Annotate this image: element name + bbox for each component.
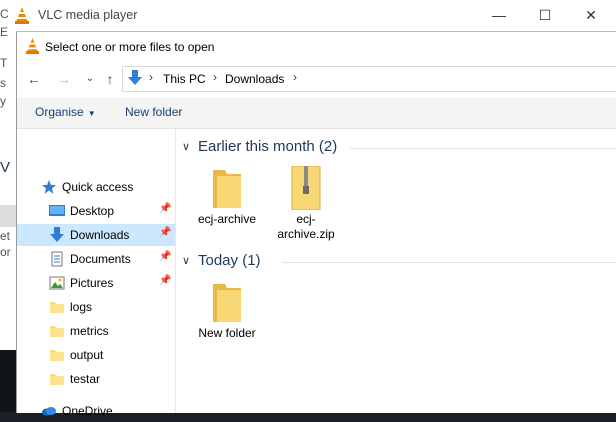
- sidebar-item-label: Desktop: [70, 204, 115, 218]
- group-title: Today (1): [198, 252, 261, 269]
- sidebar-item-label: output: [70, 348, 104, 362]
- sidebar-item-logs[interactable]: logs: [17, 296, 175, 318]
- breadcrumb-downloads[interactable]: Downloads: [225, 72, 284, 86]
- obscured-char: or: [0, 245, 11, 259]
- sidebar-item-label: Documents: [70, 252, 131, 266]
- sidebar-item-label: Quick access: [62, 180, 134, 194]
- sidebar-item-label: logs: [70, 300, 93, 314]
- sidebar-item-metrics[interactable]: metrics: [17, 320, 175, 342]
- chevron-down-icon: ▼: [87, 109, 96, 118]
- breadcrumb-separator[interactable]: ›: [213, 70, 217, 84]
- download-arrow-icon: [128, 70, 142, 85]
- sidebar-item-downloads[interactable]: Downloads 📌: [17, 224, 175, 246]
- vlc-cone-icon: [25, 38, 40, 54]
- address-bar[interactable]: › This PC › Downloads ›: [122, 66, 616, 92]
- file-name: ecj-archive: [197, 212, 257, 226]
- sidebar-item-label: testar: [70, 372, 101, 386]
- navigation-bar: ← → ⌄ ↑ › This PC › Downloads ›: [17, 62, 616, 96]
- up-button[interactable]: ↑: [101, 70, 119, 88]
- documents-icon: [51, 251, 63, 267]
- star-icon: [42, 180, 56, 194]
- sidebar-item-label: Downloads: [70, 228, 130, 242]
- sidebar-item-desktop[interactable]: Desktop 📌: [17, 200, 175, 222]
- sidebar-item-documents[interactable]: Documents 📌: [17, 248, 175, 270]
- group-divider: [282, 262, 616, 263]
- vlc-cone-icon: [15, 7, 29, 24]
- file-item-new-folder[interactable]: New folder: [189, 280, 265, 360]
- navigation-pane: Quick access Desktop 📌 Downloads 📌 Docum…: [17, 128, 176, 418]
- pin-icon[interactable]: 📌: [159, 227, 171, 238]
- vlc-video-area: [0, 350, 16, 412]
- group-divider: [350, 148, 616, 149]
- obscured-highlight: [0, 205, 16, 227]
- folder-icon: [50, 326, 64, 337]
- command-bar: Organise ▼ New folder: [17, 98, 616, 129]
- dialog-title: Select one or more files to open: [45, 40, 215, 54]
- pin-icon[interactable]: 📌: [159, 251, 171, 262]
- pin-icon[interactable]: 📌: [159, 275, 171, 286]
- folder-icon: [213, 284, 241, 322]
- pictures-icon: [49, 276, 65, 290]
- file-name: New folder: [198, 326, 256, 340]
- desktop-icon: [49, 205, 65, 216]
- sidebar-item-pictures[interactable]: Pictures 📌: [17, 272, 175, 294]
- sidebar-item-label: OneDrive: [62, 404, 113, 418]
- folder-icon: [50, 374, 64, 385]
- sidebar-item-label: metrics: [70, 324, 109, 338]
- obscured-char: T: [0, 56, 8, 70]
- file-list-area: ∨ Earlier this month (2) ecj-archive ecj…: [176, 128, 616, 413]
- sidebar-item-label: Pictures: [70, 276, 114, 290]
- recent-locations-button[interactable]: ⌄: [81, 70, 99, 88]
- maximize-button[interactable]: ☐: [522, 0, 568, 31]
- dialog-titlebar: Select one or more files to open: [17, 32, 616, 62]
- vlc-titlebar: VLC media player — ☐ ✕: [0, 0, 616, 32]
- back-button[interactable]: ←: [25, 70, 43, 88]
- open-file-dialog: Select one or more files to open ← → ⌄ ↑…: [16, 31, 616, 418]
- cloud-icon: [42, 407, 56, 416]
- obscured-char: s: [0, 76, 6, 90]
- folder-icon: [50, 350, 64, 361]
- new-folder-button[interactable]: New folder: [125, 105, 182, 119]
- file-item-ecj-archive-zip[interactable]: ecj-archive.zip: [268, 166, 344, 246]
- minimize-button[interactable]: —: [476, 0, 522, 31]
- sidebar-item-quick-access[interactable]: Quick access: [17, 176, 175, 198]
- zip-folder-icon: [291, 166, 321, 210]
- organise-button[interactable]: Organise ▼: [35, 105, 96, 119]
- forward-button[interactable]: →: [55, 70, 73, 88]
- file-name: ecj-archive.zip: [277, 212, 335, 241]
- vlc-window-title: VLC media player: [38, 8, 138, 22]
- group-header-earlier[interactable]: ∨ Earlier this month (2): [176, 136, 616, 160]
- chevron-down-icon: ∨: [182, 255, 191, 267]
- sidebar-item-onedrive[interactable]: OneDrive: [17, 400, 175, 422]
- group-header-today[interactable]: ∨ Today (1): [176, 250, 616, 274]
- obscured-char: V: [0, 159, 11, 176]
- folder-icon: [213, 170, 241, 208]
- breadcrumb-separator[interactable]: ›: [149, 70, 153, 84]
- chevron-down-icon: ∨: [182, 141, 191, 153]
- obscured-char: et: [0, 229, 11, 243]
- file-item-ecj-archive[interactable]: ecj-archive: [189, 166, 265, 246]
- breadcrumb-this-pc[interactable]: This PC: [163, 72, 206, 86]
- pin-icon[interactable]: 📌: [159, 203, 171, 214]
- breadcrumb-separator[interactable]: ›: [293, 70, 297, 84]
- organise-label: Organise: [35, 105, 84, 119]
- sidebar-item-testar[interactable]: testar: [17, 368, 175, 390]
- download-arrow-icon: [50, 227, 64, 242]
- obscured-char: E: [0, 25, 9, 39]
- obscured-char: C: [0, 7, 9, 21]
- close-button[interactable]: ✕: [568, 0, 614, 31]
- group-title: Earlier this month (2): [198, 138, 338, 155]
- folder-icon: [50, 302, 64, 313]
- obscured-char: y: [0, 94, 6, 108]
- sidebar-item-output[interactable]: output: [17, 344, 175, 366]
